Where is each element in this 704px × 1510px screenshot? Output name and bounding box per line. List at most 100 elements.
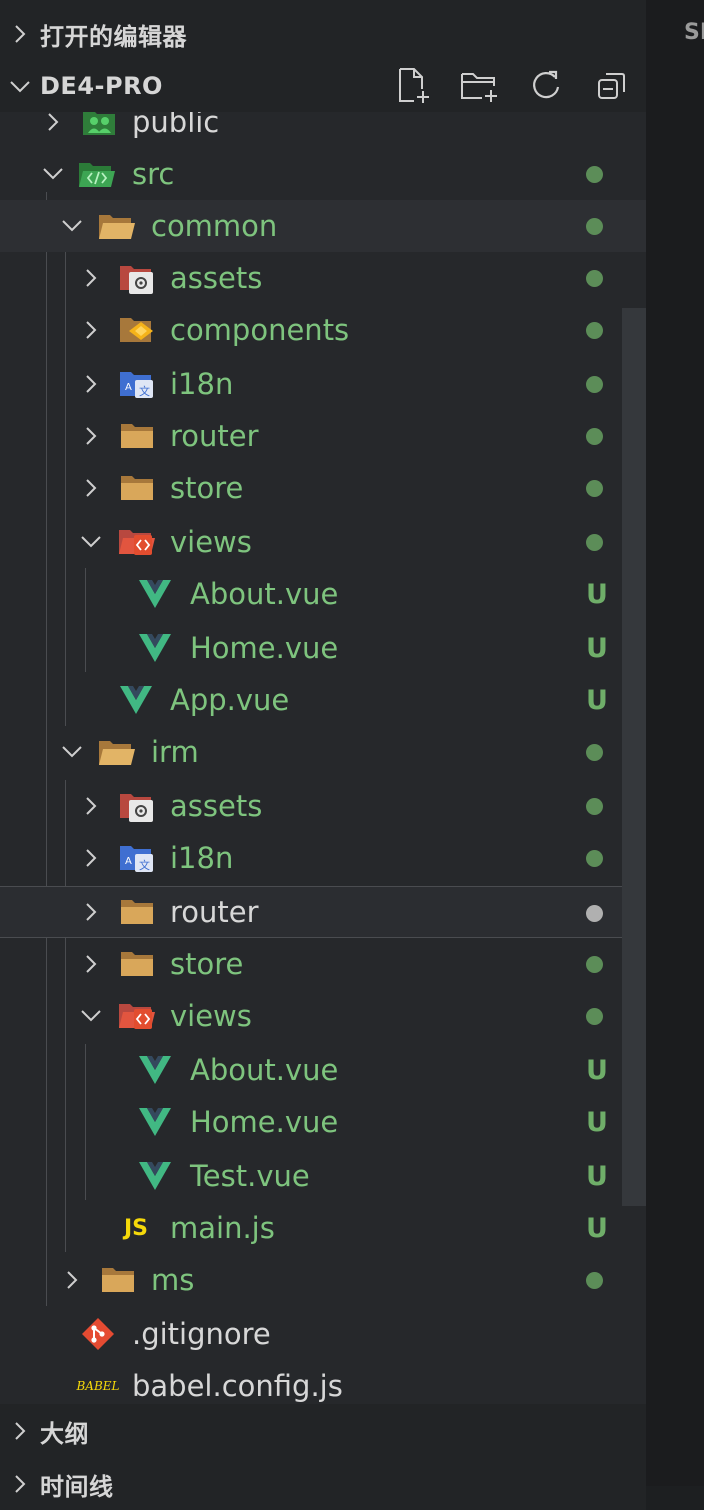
folder-src-icon [78, 154, 116, 194]
tree-item-folder[interactable]: router [0, 886, 646, 938]
svg-text:文: 文 [139, 384, 150, 398]
modified-dot [586, 1008, 603, 1025]
tree-item-label: Home.vue [190, 1105, 339, 1139]
svg-text:文: 文 [139, 858, 150, 872]
folder-icon [99, 1260, 137, 1300]
section-open-editors[interactable]: 打开的编辑器 [0, 8, 646, 60]
tree-item-folder[interactable]: components [0, 304, 646, 356]
folder-i18n-icon: A文 [118, 838, 156, 878]
section-title: 时间线 [40, 1472, 114, 1501]
section-outline[interactable]: 大纲 [0, 1406, 646, 1456]
chevron-right-icon [76, 462, 106, 514]
tree-item-label: views [170, 525, 252, 559]
tree-item-file[interactable]: BABEL babel.config.js [0, 1360, 646, 1404]
tree-item-label: store [170, 471, 244, 505]
chevron-right-icon [76, 938, 106, 990]
untracked-badge: U [586, 1106, 608, 1138]
git-file-icon [79, 1314, 117, 1354]
folder-assets-icon [118, 258, 156, 298]
tree-item-file[interactable]: Home.vue U [0, 1096, 646, 1148]
javascript-file-icon: JS [117, 1208, 155, 1248]
chevron-right-icon [0, 1405, 40, 1457]
refresh-icon[interactable] [524, 64, 568, 108]
chevron-right-icon [76, 410, 106, 462]
tree-item-folder[interactable]: router [0, 410, 646, 462]
folder-open-icon [98, 732, 136, 772]
editor-tab-clipped-label: SI [684, 20, 704, 45]
tree-item-folder[interactable]: assets [0, 252, 646, 304]
modified-dot [586, 744, 603, 761]
folder-public-icon [80, 112, 118, 142]
chevron-right-icon [76, 832, 106, 884]
folder-icon [118, 892, 156, 932]
section-title: DE4-PRO [40, 72, 163, 100]
new-file-icon[interactable] [392, 64, 436, 108]
tree-item-folder[interactable]: store [0, 938, 646, 990]
modified-dot [586, 428, 603, 445]
tree-item-folder[interactable]: src [0, 148, 646, 200]
chevron-down-icon [76, 990, 106, 1042]
folder-components-icon [118, 310, 156, 350]
tree-item-folder[interactable]: irm [0, 726, 646, 778]
tree-item-label: main.js [170, 1211, 275, 1245]
tree-item-folder[interactable]: assets [0, 780, 646, 832]
section-title: 大纲 [40, 1419, 89, 1448]
tree-item-file[interactable]: JS main.js U [0, 1202, 646, 1254]
new-folder-icon[interactable] [458, 64, 502, 108]
tree-item-label: components [170, 313, 350, 347]
svg-text:A: A [125, 856, 132, 867]
chevron-right-icon [76, 886, 106, 938]
tree-item-label: About.vue [190, 1053, 339, 1087]
folder-assets-icon [118, 786, 156, 826]
tree-scrollbar[interactable] [622, 308, 646, 1206]
tree-item-label: router [170, 895, 259, 929]
vue-file-icon [136, 574, 174, 614]
section-timeline[interactable]: 时间线 [0, 1458, 646, 1510]
chevron-right-icon [76, 252, 106, 304]
tree-item-folder[interactable]: common [0, 200, 646, 252]
chevron-right-icon [0, 8, 40, 60]
tree-item-file[interactable]: About.vue U [0, 568, 646, 620]
folder-icon [118, 468, 156, 508]
folder-icon [118, 944, 156, 984]
tree-item-label: .gitignore [132, 1317, 271, 1351]
section-project[interactable]: DE4-PRO [0, 60, 646, 112]
modified-dot [586, 905, 603, 922]
folder-views-icon [118, 522, 156, 562]
vue-file-icon [117, 680, 155, 720]
tree-item-folder[interactable]: store [0, 462, 646, 514]
tree-item-folder[interactable]: views [0, 516, 646, 568]
tree-item-folder[interactable]: A文 i18n [0, 358, 646, 410]
tree-item-file[interactable]: App.vue U [0, 674, 646, 726]
tree-item-file[interactable]: Test.vue U [0, 1150, 646, 1202]
vue-file-icon [136, 1102, 174, 1142]
tree-item-file[interactable]: Home.vue U [0, 622, 646, 674]
vue-file-icon [136, 628, 174, 668]
chevron-down-icon [76, 516, 106, 568]
chevron-right-icon [76, 358, 106, 410]
folder-views-icon [118, 996, 156, 1036]
chevron-right-icon [76, 780, 106, 832]
tree-item-label: public [132, 112, 220, 139]
tree-item-label: src [132, 157, 175, 191]
tree-item-label: App.vue [170, 683, 290, 717]
tree-item-label: i18n [170, 841, 234, 875]
svg-text:A: A [125, 382, 132, 393]
tree-item-folder[interactable]: ms [0, 1254, 646, 1306]
modified-dot [586, 480, 603, 497]
tree-item-label: common [151, 209, 278, 243]
tree-item-file[interactable]: About.vue U [0, 1044, 646, 1096]
chevron-right-icon [38, 112, 68, 148]
tree-item-label: i18n [170, 367, 234, 401]
tree-item-label: router [170, 419, 259, 453]
folder-open-icon [98, 206, 136, 246]
untracked-badge: U [586, 684, 608, 716]
collapse-all-icon[interactable] [590, 64, 634, 108]
tree-item-folder[interactable]: views [0, 990, 646, 1042]
tree-item-label: store [170, 947, 244, 981]
tree-item-folder[interactable]: A文 i18n [0, 832, 646, 884]
tree-item-folder[interactable]: public [0, 112, 646, 148]
tree-item-file[interactable]: .gitignore [0, 1308, 646, 1360]
modified-dot [586, 956, 603, 973]
chevron-down-icon [57, 726, 87, 778]
